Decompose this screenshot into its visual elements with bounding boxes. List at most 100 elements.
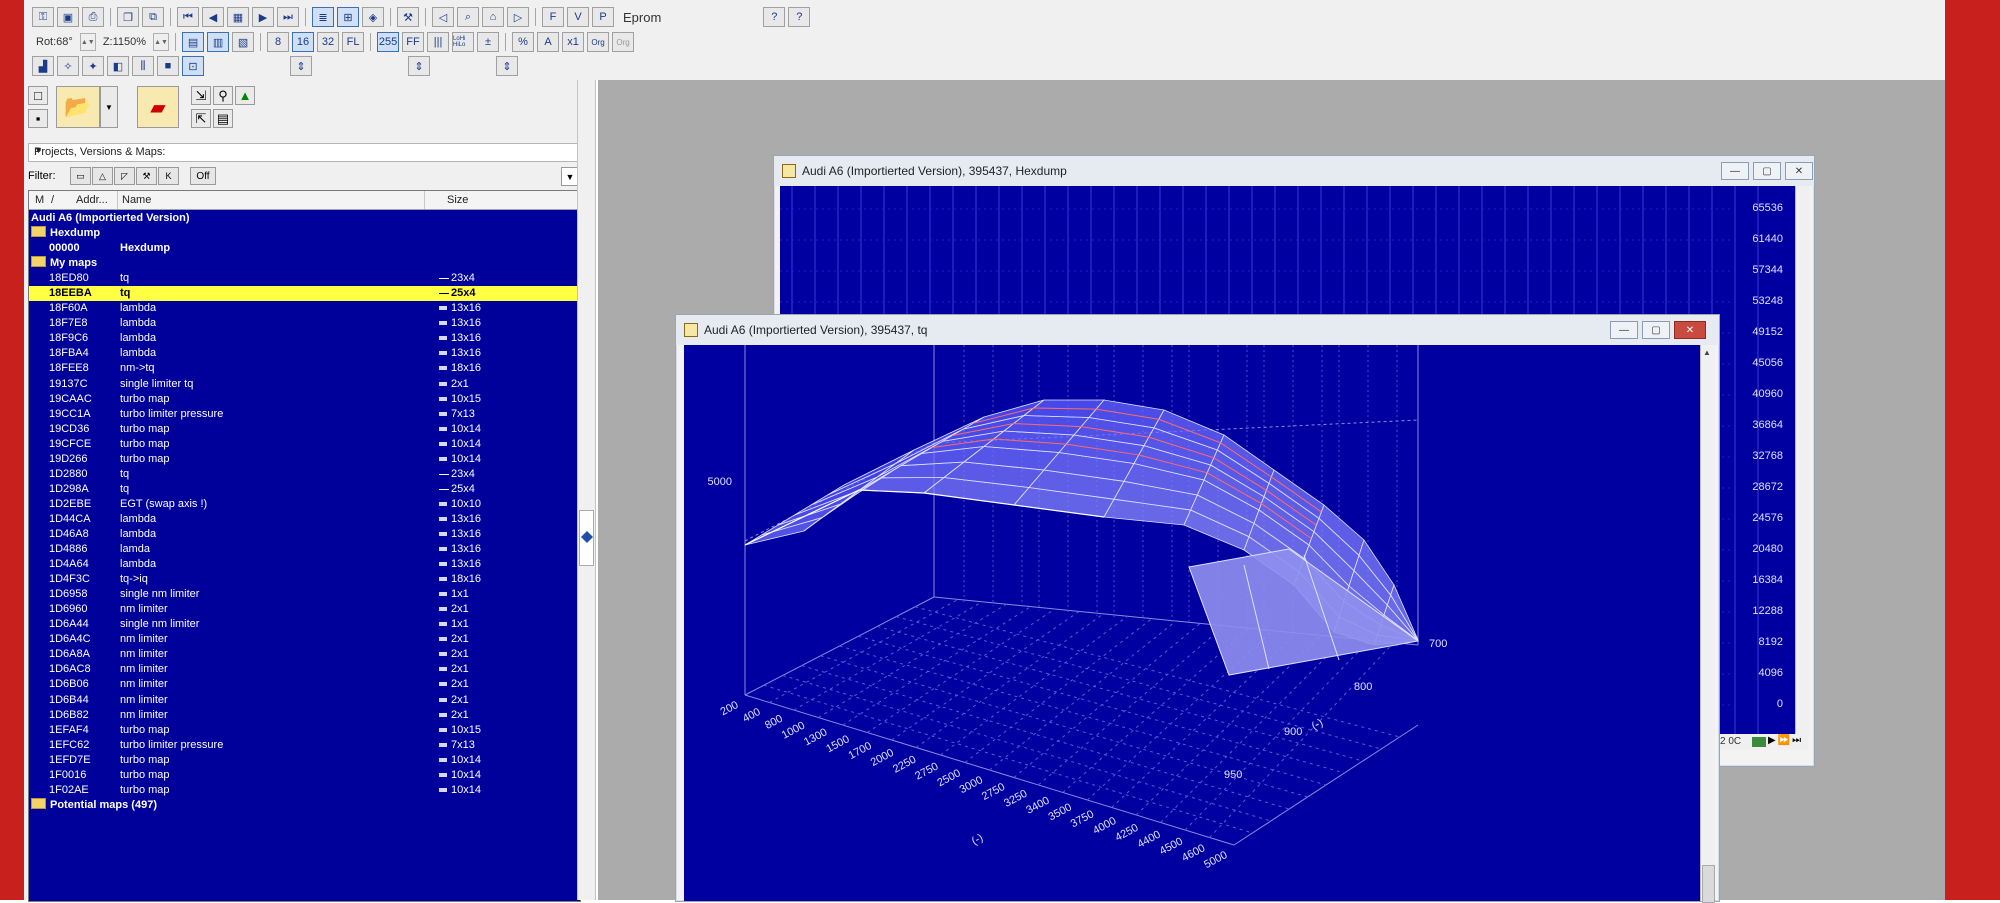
map-row[interactable]: 18EEBA tq 25x4 [29, 286, 580, 302]
map-row[interactable]: 1D44CA lambda 13x16 [29, 512, 580, 527]
map-row[interactable]: 1D6B44 nm limiter 2x1 [29, 693, 580, 708]
map-row[interactable]: 1EFC62 turbo limiter pressure 7x13 [29, 738, 580, 753]
first-icon[interactable]: ⏮ [177, 7, 199, 27]
view-mode-b-icon[interactable]: ▥ [207, 32, 230, 52]
zoom-spinner[interactable]: ▲▼ [153, 33, 170, 51]
tools-icon[interactable]: ⚒ [397, 7, 419, 27]
file-p-icon[interactable]: P [592, 7, 614, 27]
binary-button[interactable]: ||| [427, 32, 450, 52]
hexdump-nav-arrows[interactable]: ▶⏩⏭ [1768, 735, 1803, 746]
map-row[interactable]: 1D6B82 nm limiter 2x1 [29, 708, 580, 723]
hexdump-titlebar[interactable]: Audi A6 (Importierted Version), 395437, … [774, 156, 1814, 186]
expand-icon[interactable]: ⊡ [182, 56, 204, 76]
col-sort[interactable]: / [51, 194, 54, 206]
hexdump-vscroll[interactable] [1795, 186, 1809, 734]
export-icon[interactable]: ⇱ [191, 109, 211, 128]
filter-tool-icon[interactable]: ⚒ [136, 167, 157, 185]
map-row[interactable]: 1D6960 nm limiter 2x1 [29, 602, 580, 617]
map-row[interactable]: 1D298A tq 25x4 [29, 482, 580, 497]
new-file-icon[interactable]: □ [28, 86, 48, 105]
map-row[interactable]: 1D6A4C nm limiter 2x1 [29, 632, 580, 647]
map-row[interactable]: 19D266 turbo map 10x14 [29, 452, 580, 467]
view-mode-c-icon[interactable]: ▧ [232, 32, 255, 52]
prev-icon[interactable]: ◀ [202, 7, 224, 27]
minimize-button[interactable]: — [1721, 162, 1749, 180]
panel-splitter[interactable] [577, 80, 596, 900]
bits-8-button[interactable]: 8 [267, 32, 290, 52]
map-row[interactable]: 18F9C6 lambda 13x16 [29, 331, 580, 346]
search-icon[interactable]: ⌕ [457, 7, 479, 27]
help-icon[interactable]: ? [763, 7, 786, 27]
map-row[interactable]: 1D46A8 lambda 13x16 [29, 527, 580, 542]
bits-16-button[interactable]: 16 [292, 32, 315, 52]
color-icon[interactable]: ◧ [107, 56, 129, 76]
map-row[interactable]: 19CFCE turbo map 10x14 [29, 437, 580, 452]
2d-view-icon[interactable]: ⊞ [337, 7, 359, 27]
columns-icon[interactable]: ⫼ [132, 56, 154, 76]
scroll-up-icon[interactable]: ▲ [1703, 348, 1711, 357]
original-diff-button[interactable]: Org [612, 32, 635, 52]
step-c-icon[interactable]: ⇕ [496, 56, 518, 76]
connect-icon[interactable]: ⚲ [213, 86, 233, 105]
dec-255-button[interactable]: 255 [377, 32, 400, 52]
project-folder-icon[interactable]: ▰ [137, 86, 179, 128]
eprom-dropdown[interactable]: Eprom [617, 10, 667, 25]
key-icon[interactable]: ⚿ [32, 7, 54, 27]
map-row[interactable]: 19CAAC turbo map 10x15 [29, 392, 580, 407]
scroll-thumb[interactable] [1702, 865, 1715, 903]
signed-icon[interactable]: ± [477, 32, 500, 52]
3d-view-icon[interactable]: ◈ [362, 7, 384, 27]
filter-chart-icon[interactable]: △ [92, 167, 113, 185]
col-address[interactable]: Addr... [76, 194, 108, 206]
file-v-icon[interactable]: V [567, 7, 589, 27]
context-help-icon[interactable]: ? [788, 7, 811, 27]
chart-icon[interactable]: ▟ [32, 56, 54, 76]
rotation-spinner[interactable]: ▲▼ [79, 33, 96, 51]
projects-dropdown[interactable]: Projects, Versions & Maps: ▼ [28, 143, 581, 162]
map-row[interactable]: 1F0016 turbo map 10x14 [29, 768, 580, 783]
maximize-button[interactable]: ▢ [1753, 162, 1781, 180]
compare-icon[interactable]: ⧉ [142, 7, 164, 27]
float-button[interactable]: FL [342, 32, 365, 52]
delta-button[interactable]: A [537, 32, 560, 52]
map-row[interactable]: 19137C single limiter tq 2x1 [29, 377, 580, 392]
percent-button[interactable]: % [512, 32, 535, 52]
home-icon[interactable]: ⌂ [482, 7, 504, 27]
bits-32-button[interactable]: 32 [317, 32, 340, 52]
map-row[interactable]: 1D6A8A nm limiter 2x1 [29, 647, 580, 662]
map-row[interactable]: 1F02AE turbo map 10x14 [29, 783, 580, 798]
folder-item[interactable]: Potential maps (497) [29, 797, 580, 813]
map-row[interactable]: 19CD36 turbo map 10x14 [29, 422, 580, 437]
factor-button[interactable]: x1 [562, 32, 585, 52]
forward-icon[interactable]: ▷ [507, 7, 529, 27]
folder-item[interactable]: Hexdump [29, 226, 580, 241]
next-icon[interactable]: ▶ [252, 7, 274, 27]
close-button[interactable]: ✕ [1785, 162, 1813, 180]
original-button[interactable]: Org [587, 32, 610, 52]
filter-hex-icon[interactable]: ▭ [70, 167, 91, 185]
grid-icon[interactable]: ▦ [227, 7, 249, 27]
filter-off-button[interactable]: Off [190, 167, 216, 185]
step-a-icon[interactable]: ⇕ [290, 56, 312, 76]
col-size[interactable]: Size [447, 194, 468, 206]
chip-icon[interactable]: ▣ [57, 7, 79, 27]
upload-icon[interactable]: ▲ [235, 86, 255, 105]
map-titlebar[interactable]: Audi A6 (Importierted Version), 395437, … [676, 315, 1719, 345]
map-row[interactable]: 18F60A lambda 13x16 [29, 301, 580, 316]
map-row[interactable]: 19CC1A turbo limiter pressure 7x13 [29, 407, 580, 422]
map-row[interactable]: 1D2EBE EGT (swap axis !) 10x10 [29, 497, 580, 512]
map-row[interactable]: 18FEE8 nm->tq 18x16 [29, 361, 580, 376]
map-row[interactable]: 1D6B06 nm limiter 2x1 [29, 677, 580, 692]
maximize-button[interactable]: ▢ [1642, 321, 1670, 339]
wand-icon[interactable]: ✧ [57, 56, 79, 76]
project-item[interactable]: Audi A6 (Importierted Version) [29, 211, 580, 226]
map-3d-svg[interactable]: 5000200 400 800100013001500170020002250275… [684, 345, 1700, 901]
map-vscroll[interactable]: ▲ [1700, 345, 1715, 903]
open-dropdown-icon[interactable]: ▼ [100, 86, 118, 128]
map-row[interactable]: 1D6A44 single nm limiter 1x1 [29, 617, 580, 632]
minimize-button[interactable]: — [1610, 321, 1638, 339]
view-mode-a-icon[interactable]: ▤ [182, 32, 205, 52]
file-f-icon[interactable]: F [542, 7, 564, 27]
step-b-icon[interactable]: ⇕ [408, 56, 430, 76]
map-row[interactable]: 18FBA4 lambda 13x16 [29, 346, 580, 361]
